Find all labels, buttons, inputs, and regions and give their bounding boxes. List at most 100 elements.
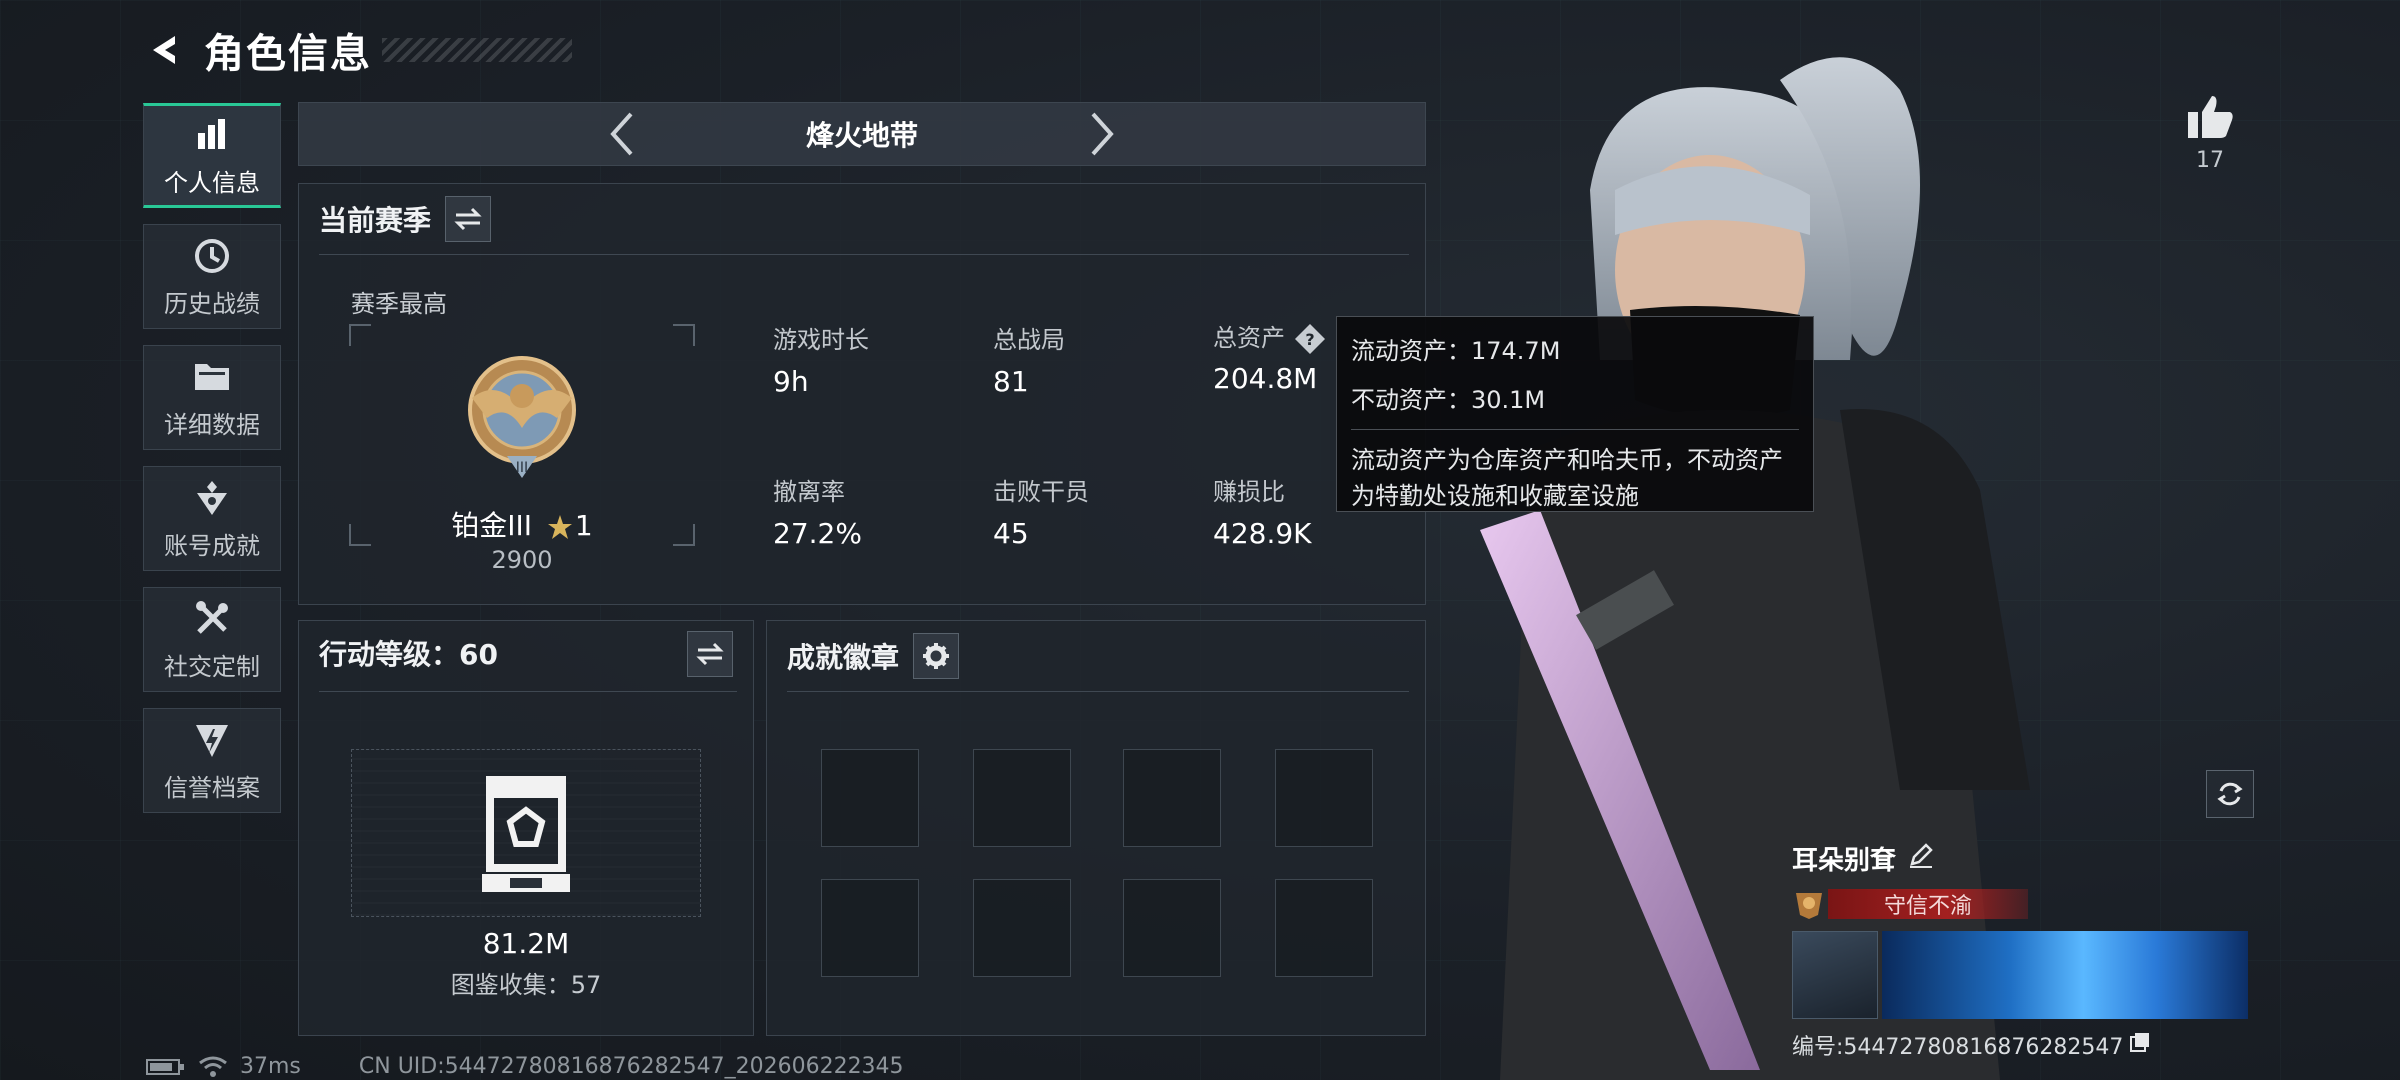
stat-kills: 击败干员 45	[993, 478, 1089, 550]
ping-text: 37ms	[240, 1054, 301, 1079]
like-count: 17	[2196, 148, 2224, 173]
badge-slot[interactable]	[973, 749, 1071, 847]
stat-total-matches: 总战局 81	[993, 326, 1065, 398]
banner-art	[1882, 931, 2248, 1019]
battery-icon	[146, 1058, 184, 1075]
player-name-row: 耳朵别耷	[1792, 840, 2252, 877]
swap-icon	[696, 642, 724, 666]
stat-profit-ratio: 赚损比 428.9K	[1213, 478, 1312, 550]
pencil-icon	[1910, 843, 1933, 868]
badge-settings-button[interactable]	[913, 633, 960, 679]
refresh-button[interactable]	[2206, 770, 2254, 818]
sidebar-item-history[interactable]: 历史战绩	[143, 224, 281, 329]
next-mode-button[interactable]	[1072, 104, 1132, 164]
divider	[319, 254, 1409, 255]
history-icon	[190, 234, 234, 278]
tools-icon	[190, 597, 234, 641]
mode-title: 烽火地带	[805, 119, 918, 152]
gear-icon	[923, 643, 950, 669]
badge-slot[interactable]	[1275, 749, 1373, 847]
season-panel: 当前赛季 赛季最高 III 铂金III 1 2900 游戏时长 9h 总战局 8…	[298, 183, 1426, 605]
prev-mode-button[interactable]	[592, 104, 652, 164]
player-title-row: 守信不渝	[1792, 887, 2252, 921]
reputation-icon	[190, 718, 234, 762]
mode-selector: 烽火地带	[298, 102, 1426, 166]
sidebar-item-label: 账号成就	[164, 532, 260, 560]
liquid-assets: 流动资产：174.7M	[1351, 337, 1561, 365]
avatar	[1792, 931, 1878, 1019]
season-title: 当前赛季	[319, 204, 432, 237]
badge-slot[interactable]	[821, 879, 919, 977]
bar-chart-icon	[190, 113, 234, 157]
divider	[319, 691, 737, 692]
player-profile-card: 耳朵别耷 守信不渝 编号:54472780816876282547	[1792, 840, 2252, 1061]
frame-corner	[349, 324, 371, 346]
copy-icon	[2130, 1033, 2150, 1052]
badges-title: 成就徽章	[787, 641, 900, 674]
page-header: 角色信息	[140, 22, 572, 78]
sidebar-item-social[interactable]: 社交定制	[143, 587, 281, 692]
action-level-panel: 行动等级：60 81.2M 图鉴收集：57	[298, 620, 754, 1036]
achievement-icon	[190, 476, 234, 520]
assets-description: 流动资产为仓库资产和哈夫币，不动资产为特勤处设施和收藏室设施	[1351, 446, 1783, 510]
badge-slot[interactable]	[821, 749, 919, 847]
swap-icon	[454, 207, 482, 231]
badge-slot[interactable]	[1123, 879, 1221, 977]
help-icon[interactable]: ?	[1293, 322, 1327, 356]
like-button[interactable]: 17	[2180, 94, 2240, 173]
page-title: 角色信息	[204, 31, 372, 77]
divider	[1351, 429, 1799, 430]
collection-cabinet-icon	[482, 776, 570, 892]
achievement-badge-panel: 成就徽章	[766, 620, 1426, 1036]
stat-play-time: 游戏时长 9h	[773, 326, 869, 398]
player-title-tag: 守信不渝	[1828, 889, 2028, 919]
sidebar: 个人信息 历史战绩 详细数据 账号成就 社交定制 信誉档案	[143, 103, 281, 829]
chevron-right-icon	[1091, 112, 1114, 156]
season-best-label: 赛季最高	[351, 290, 447, 318]
badge-slot[interactable]	[1275, 879, 1373, 977]
sidebar-item-personal-info[interactable]: 个人信息	[143, 103, 281, 208]
fixed-assets: 不动资产：30.1M	[1351, 386, 1546, 414]
frame-corner	[673, 324, 695, 346]
sidebar-item-label: 详细数据	[164, 411, 260, 439]
sidebar-item-label: 历史战绩	[164, 290, 260, 318]
player-id: 编号:54472780816876282547	[1792, 1035, 2124, 1060]
svg-text:?: ?	[1305, 330, 1314, 349]
stat-total-assets: 总资产? 204.8M	[1213, 318, 1327, 395]
chevron-left-icon	[610, 112, 633, 156]
title-decoration	[382, 38, 572, 62]
player-name: 耳朵别耷	[1792, 846, 1897, 876]
title-emblem-icon	[1796, 893, 1822, 919]
rank-display: III 铂金III 1 2900	[349, 324, 695, 574]
star-icon	[547, 515, 572, 539]
divider	[787, 691, 1409, 692]
wifi-icon	[199, 1056, 227, 1077]
thumbs-up-icon	[2188, 96, 2233, 138]
level-switch-button[interactable]	[687, 631, 733, 677]
rank-emblem-icon: III	[468, 356, 576, 478]
assets-tooltip: 流动资产：174.7M 不动资产：30.1M 流动资产为仓库资产和哈夫币，不动资…	[1336, 316, 1814, 512]
status-bar: 37ms CN UID:5447278081687628254​7_202606…	[146, 1054, 904, 1079]
edit-name-button[interactable]	[1908, 842, 1934, 875]
badge-slot[interactable]	[1123, 749, 1221, 847]
sidebar-item-achievements[interactable]: 账号成就	[143, 466, 281, 571]
svg-text:III: III	[516, 460, 528, 476]
back-button[interactable]	[140, 25, 190, 75]
collection-count: 图鉴收集：57	[450, 971, 602, 999]
collection-value: 81.2M	[482, 927, 570, 960]
sidebar-item-details[interactable]: 详细数据	[143, 345, 281, 450]
sidebar-item-label: 社交定制	[164, 653, 260, 681]
sidebar-item-reputation[interactable]: 信誉档案	[143, 708, 281, 813]
back-arrow-icon	[153, 36, 175, 64]
action-level-title: 行动等级：60	[319, 638, 498, 671]
season-switch-button[interactable]	[445, 196, 492, 242]
badge-slot[interactable]	[973, 879, 1071, 977]
sidebar-item-label: 信誉档案	[164, 774, 260, 802]
refresh-icon	[2217, 782, 2243, 806]
stat-extract-rate: 撤离率 27.2%	[773, 478, 862, 550]
collection-display	[351, 749, 701, 917]
player-banner[interactable]	[1792, 931, 2252, 1019]
rank-score: 2900	[491, 546, 553, 574]
copy-id-button[interactable]	[2129, 1031, 2151, 1059]
rank-name: 铂金III 1	[451, 509, 593, 542]
